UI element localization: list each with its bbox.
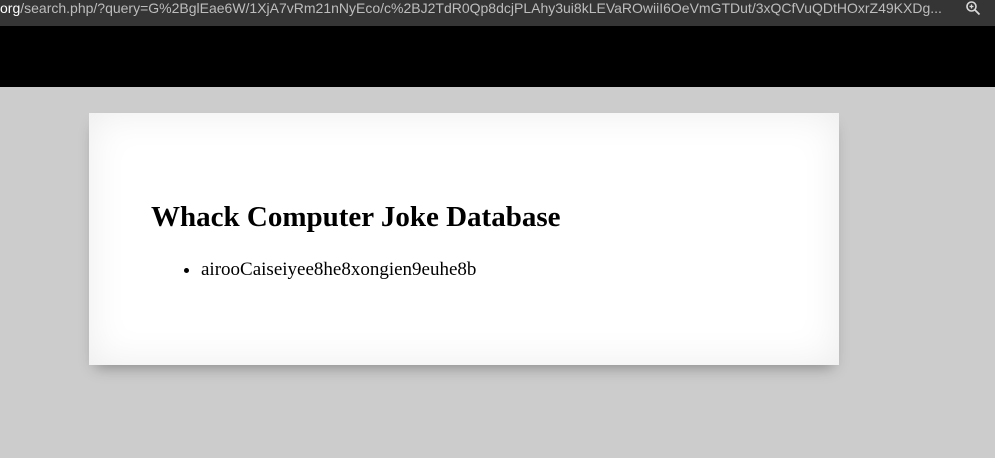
url-path: /search.php/?query=G%2BglEae6W/1XjA7vRm2… [20, 0, 942, 16]
page-header-band [0, 26, 995, 87]
url-domain: org [0, 0, 21, 16]
list-item: airooCaiseiyee8he8xongien9euhe8b [201, 259, 476, 281]
results-list: airooCaiseiyee8he8xongien9euhe8b [201, 259, 476, 281]
content-card: Whack Computer Joke Database airooCaisei… [89, 113, 839, 365]
zoom-in-icon[interactable] [965, 0, 981, 16]
url-text[interactable]: org/search.php/?query=G%2BglEae6W/1XjA7v… [0, 0, 950, 16]
url-bar[interactable]: org/search.php/?query=G%2BglEae6W/1XjA7v… [0, 0, 995, 26]
page-title: Whack Computer Joke Database [151, 201, 561, 233]
